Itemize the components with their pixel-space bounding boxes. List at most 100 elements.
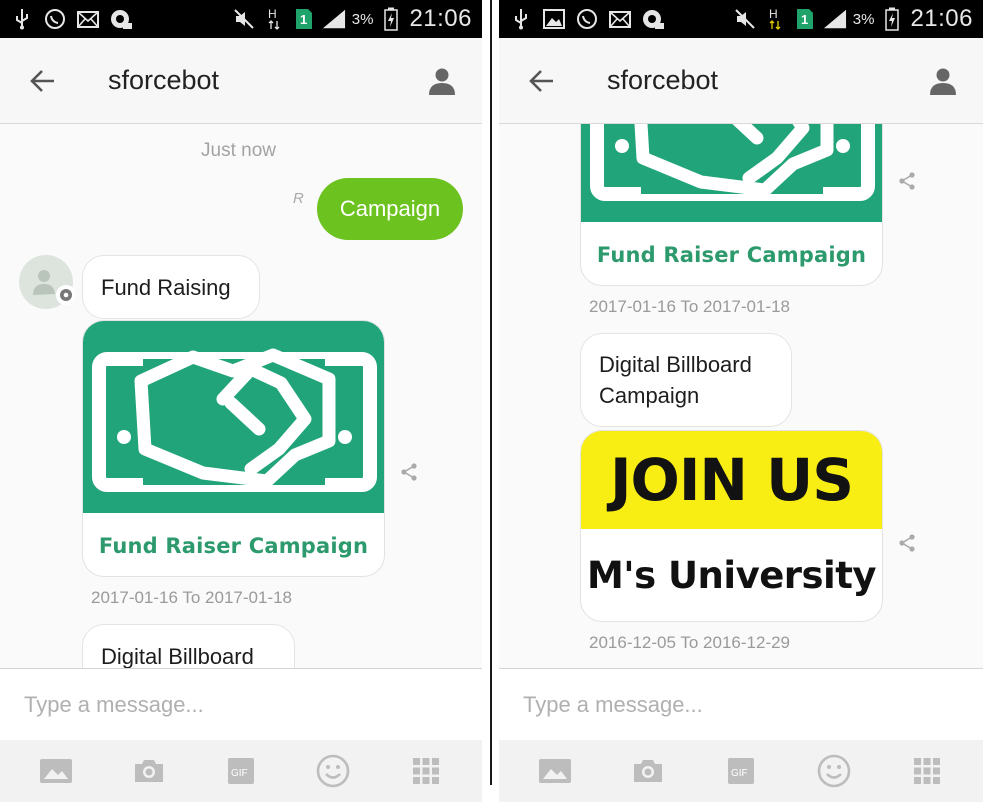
gif-button[interactable]: GIF	[216, 746, 266, 796]
settings-gear-icon	[56, 285, 76, 305]
apps-button[interactable]	[401, 746, 451, 796]
status-bar: H 1 3% 21:06	[499, 0, 983, 38]
received-message-bubble[interactable]: Digital Billboard Campaign	[580, 333, 792, 427]
sim-icon: 1	[292, 8, 316, 30]
svg-text:1: 1	[801, 12, 808, 27]
gif-button[interactable]: GIF	[716, 746, 766, 796]
message-timestamp: Just now	[201, 140, 276, 161]
chat-toolbar: sforcebot	[0, 38, 482, 124]
svg-text:H: H	[769, 7, 778, 21]
back-button[interactable]	[0, 38, 86, 124]
camera-icon	[634, 760, 663, 782]
back-arrow-icon	[529, 69, 553, 92]
message-input-bar	[499, 668, 983, 740]
mute-icon	[232, 8, 256, 30]
image-icon	[40, 759, 73, 783]
mail-icon	[76, 8, 100, 30]
message-input[interactable]	[24, 687, 462, 723]
received-message-text: Digital Billboard	[101, 644, 254, 668]
camera-button[interactable]	[124, 746, 174, 796]
status-bar: H 1 3% 21:06	[0, 0, 482, 38]
conversation-list[interactable]: Just now R Campaign Fund Raising Fund Ra…	[0, 124, 482, 668]
message-input[interactable]	[523, 687, 963, 723]
handshake-icon	[590, 124, 875, 201]
person-icon	[429, 68, 455, 95]
whatsapp-icon	[575, 8, 599, 30]
conversation-list[interactable]: Fund Raiser Campaign 2017-01-16 To 2017-…	[499, 124, 983, 668]
emoji-button[interactable]	[809, 746, 859, 796]
apps-button[interactable]	[902, 746, 952, 796]
phone-screen-right: H 1 3% 21:06 sforcebot Fund Raiser Campa…	[499, 0, 983, 802]
emoji-button[interactable]	[308, 746, 358, 796]
page: H 1 3% 21:06 sforcebot Just now R Campai…	[0, 0, 983, 802]
chat-title: sforcebot	[607, 65, 719, 95]
network-type-icon: H	[763, 7, 787, 30]
camera-button[interactable]	[623, 746, 673, 796]
billboard-subline-banner: M's University	[581, 529, 882, 621]
bot-avatar[interactable]	[19, 255, 76, 309]
person-icon	[930, 68, 956, 95]
usb-icon	[509, 8, 533, 30]
share-button[interactable]	[895, 531, 919, 555]
billboard-headline-banner: JOIN US	[581, 431, 882, 529]
apps-grid-icon	[412, 758, 439, 784]
battery-percent: 3%	[852, 10, 875, 28]
profile-button[interactable]	[903, 38, 983, 124]
attachment-bar: GIF	[0, 740, 482, 802]
network-type-icon: H	[262, 7, 286, 30]
campaign-card[interactable]: Fund Raiser Campaign	[580, 124, 883, 286]
received-message-bubble-partial[interactable]: Digital Billboard	[82, 624, 295, 668]
image-button[interactable]	[31, 746, 81, 796]
sent-message-text: Campaign	[339, 196, 441, 221]
share-icon	[401, 463, 417, 481]
gallery-icon	[542, 8, 566, 30]
mute-icon	[733, 8, 757, 30]
apps-grid-icon	[913, 758, 940, 784]
back-arrow-icon	[30, 69, 54, 92]
svg-text:GIF: GIF	[731, 768, 748, 779]
signal-icon	[322, 8, 346, 30]
image-icon	[539, 759, 572, 783]
battery-percent: 3%	[351, 10, 374, 28]
received-message-line-2: Campaign	[599, 383, 700, 408]
sync-icon	[109, 8, 133, 30]
card-date-range: 2017-01-16 To 2017-01-18	[589, 297, 791, 316]
card-title: Fund Raiser Campaign	[98, 534, 369, 558]
campaign-card[interactable]: Fund Raiser Campaign	[82, 320, 385, 577]
back-button[interactable]	[499, 38, 585, 124]
image-button[interactable]	[530, 746, 580, 796]
sync-icon	[641, 8, 665, 30]
received-message-bubble[interactable]: Fund Raising	[82, 255, 260, 319]
card-date-range: 2016-12-05 To 2016-12-29	[589, 633, 791, 652]
share-button[interactable]	[397, 460, 421, 484]
share-icon	[899, 172, 915, 190]
share-icon	[899, 534, 915, 552]
share-button[interactable]	[895, 169, 919, 193]
status-time: 21:06	[910, 5, 973, 32]
billboard-subline: M's University	[586, 553, 877, 597]
handshake-image	[83, 321, 384, 513]
billboard-headline: JOIN US	[609, 446, 854, 514]
card-title: Fund Raiser Campaign	[596, 243, 867, 267]
gif-icon: GIF	[227, 758, 254, 784]
message-input-bar	[0, 668, 482, 740]
handshake-image	[581, 124, 882, 222]
signal-icon	[823, 8, 847, 30]
sim-icon: 1	[793, 8, 817, 30]
card-date-range: 2017-01-16 To 2017-01-18	[91, 588, 293, 607]
received-message-line-1: Digital Billboard	[599, 352, 752, 377]
sent-message-bubble[interactable]: Campaign	[317, 178, 463, 240]
battery-charging-icon	[880, 7, 904, 31]
phone-screen-left: H 1 3% 21:06 sforcebot Just now R Campai…	[0, 0, 482, 802]
emoji-icon	[817, 754, 851, 788]
battery-charging-icon	[379, 7, 403, 31]
whatsapp-icon	[43, 8, 67, 30]
gif-icon: GIF	[727, 758, 754, 784]
profile-button[interactable]	[402, 38, 482, 124]
attachment-bar: GIF	[499, 740, 983, 802]
chat-title: sforcebot	[108, 65, 220, 95]
svg-text:H: H	[268, 7, 277, 21]
billboard-card[interactable]: JOIN US M's University	[580, 430, 883, 622]
chat-toolbar: sforcebot	[499, 38, 983, 124]
screenshot-divider	[482, 0, 499, 802]
